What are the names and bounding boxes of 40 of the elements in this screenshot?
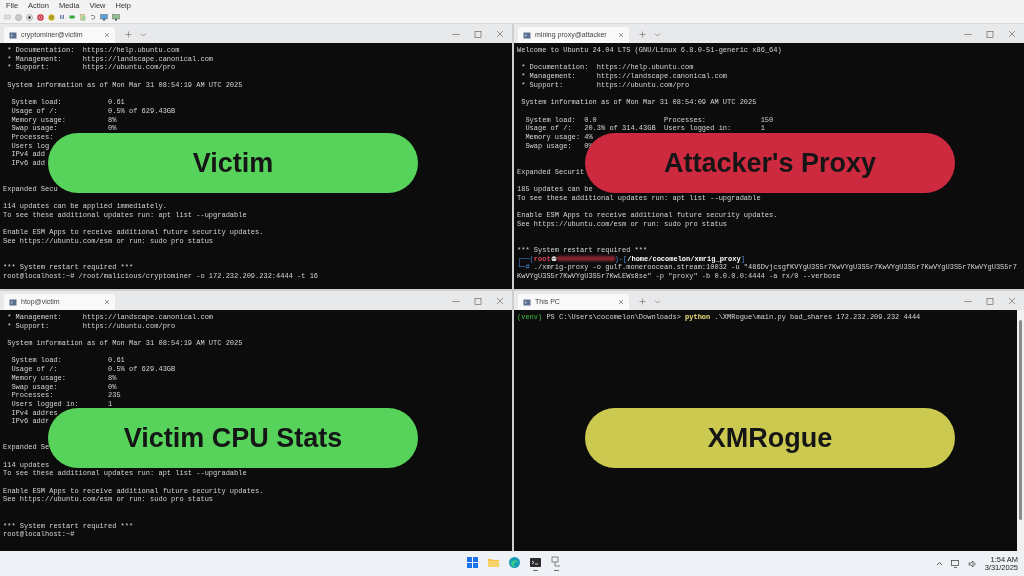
- chevron-down-icon[interactable]: [654, 299, 661, 304]
- monitor-icon[interactable]: [112, 13, 120, 21]
- terminal-icon[interactable]: [528, 555, 542, 569]
- close-icon[interactable]: [618, 299, 624, 305]
- stop-icon[interactable]: [37, 13, 44, 21]
- maximize-icon[interactable]: [474, 297, 482, 305]
- scrollbar[interactable]: [1017, 310, 1024, 551]
- chevron-up-icon[interactable]: [935, 561, 943, 566]
- maximize-icon[interactable]: [986, 30, 994, 38]
- skull-icon[interactable]: [550, 255, 557, 262]
- plus-icon[interactable]: [639, 298, 646, 305]
- document-icon[interactable]: [80, 13, 86, 21]
- redacted-bar: [556, 256, 615, 262]
- pause-icon[interactable]: [59, 14, 65, 20]
- title-banner: XMRogue: [585, 408, 955, 468]
- close-icon[interactable]: [104, 32, 110, 38]
- speaker-icon[interactable]: [967, 559, 977, 568]
- close-icon[interactable]: [104, 299, 110, 305]
- maximize-icon[interactable]: [986, 297, 994, 305]
- close-icon[interactable]: [1008, 297, 1016, 305]
- undo-icon[interactable]: [90, 14, 96, 20]
- monitor-icon[interactable]: [100, 13, 108, 21]
- close-icon[interactable]: [496, 297, 504, 305]
- maximize-icon[interactable]: [474, 30, 482, 38]
- play-icon[interactable]: [69, 14, 76, 20]
- browser-icon[interactable]: [507, 555, 521, 569]
- plus-icon[interactable]: [639, 31, 646, 38]
- plug-icon[interactable]: [549, 555, 563, 569]
- power-icon[interactable]: [48, 13, 55, 21]
- close-icon[interactable]: [1008, 30, 1016, 38]
- chevron-down-icon[interactable]: [654, 32, 661, 37]
- chevron-down-icon[interactable]: [140, 32, 147, 37]
- display-icon[interactable]: [950, 559, 960, 568]
- close-icon[interactable]: [618, 32, 624, 38]
- record-icon[interactable]: [26, 13, 33, 21]
- windows-icon[interactable]: [465, 555, 479, 569]
- close-icon[interactable]: [496, 30, 504, 38]
- keyboard-icon[interactable]: [4, 14, 11, 20]
- plus-icon[interactable]: [125, 31, 132, 38]
- circle-icon[interactable]: [15, 13, 22, 21]
